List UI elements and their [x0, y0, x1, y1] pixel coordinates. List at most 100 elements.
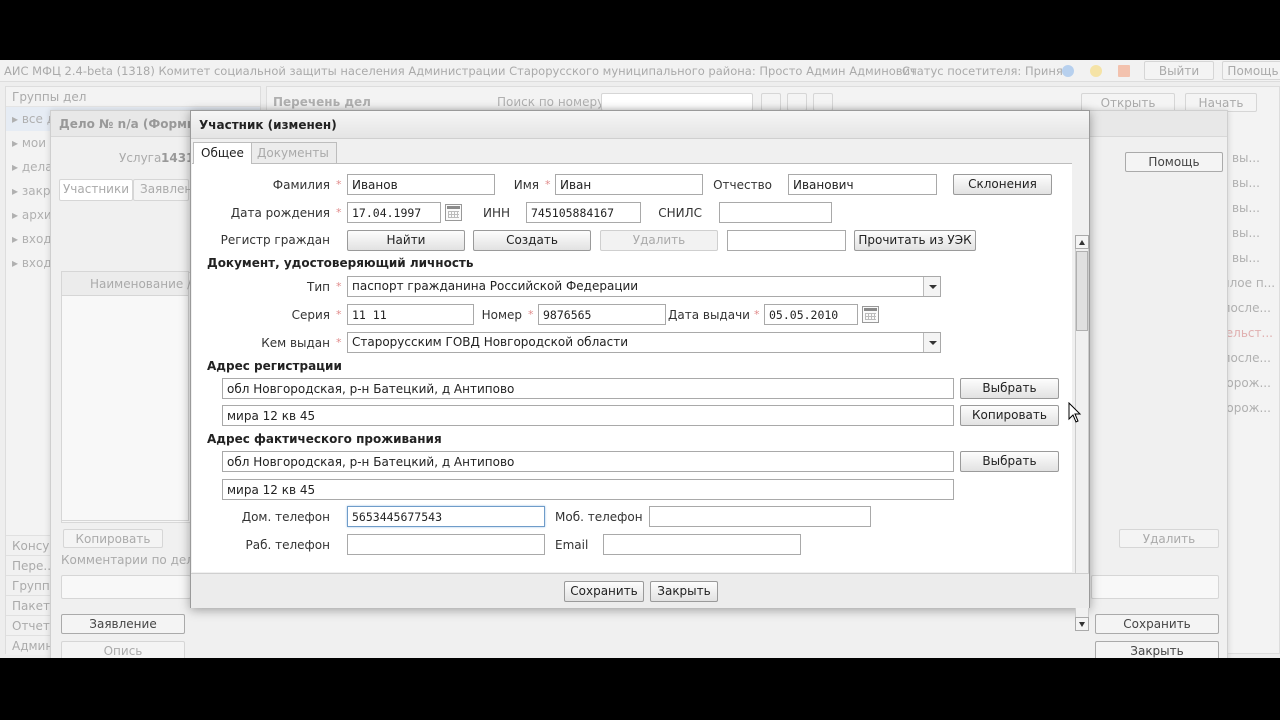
- snils-label: СНИЛС: [658, 206, 702, 220]
- delete-participant-button[interactable]: Удалить: [1119, 529, 1219, 548]
- registration-address-field[interactable]: [222, 378, 954, 399]
- participants-table-frame: Наименование / Ф...: [61, 271, 217, 521]
- read-uek-button[interactable]: Прочитать из УЭК: [854, 230, 976, 251]
- patronymic-field[interactable]: [788, 174, 937, 195]
- search-icon[interactable]: [761, 93, 781, 111]
- status-blue-icon[interactable]: [1062, 65, 1074, 77]
- registry-label: Регистр граждан: [220, 233, 330, 247]
- name-field[interactable]: [555, 174, 703, 195]
- home-phone-field[interactable]: [347, 506, 545, 527]
- application-screen: АИС МФЦ 2.4-beta (1318) Комитет социальн…: [0, 60, 1280, 658]
- filter-icon[interactable]: [813, 93, 833, 111]
- app-title-bar: АИС МФЦ 2.4-beta (1318) Комитет социальн…: [0, 60, 1280, 82]
- inventory-button[interactable]: Опись: [61, 641, 185, 658]
- exit-button[interactable]: Выйти: [1144, 61, 1214, 80]
- birth-date-field[interactable]: [347, 202, 441, 223]
- required-mark: *: [754, 308, 760, 321]
- comments-field-right[interactable]: [1091, 575, 1219, 599]
- tab-documents[interactable]: Документы: [249, 142, 337, 163]
- scroll-up-arrow-icon[interactable]: [1075, 235, 1089, 249]
- required-mark: *: [336, 280, 342, 293]
- registration-address-heading: Адрес регистрации: [207, 359, 342, 373]
- registry-field[interactable]: [727, 230, 846, 251]
- create-button[interactable]: Создать: [473, 230, 591, 251]
- surname-field[interactable]: [347, 174, 495, 195]
- case-groups-header: Группы дел: [6, 87, 260, 107]
- required-mark: *: [336, 308, 342, 321]
- tab-statement[interactable]: Заявлен...: [133, 179, 204, 201]
- case-save-button[interactable]: Сохранить: [1095, 614, 1219, 634]
- visitor-status: Статус посетителя: Принят: [902, 64, 1070, 78]
- actual-address-extra-field[interactable]: [222, 479, 954, 500]
- doc-type-label: Тип: [307, 280, 330, 294]
- required-mark: *: [336, 178, 342, 191]
- declension-button[interactable]: Склонения: [953, 174, 1052, 195]
- registration-address-extra-field[interactable]: [222, 405, 954, 426]
- issued-by-select[interactable]: Старорусским ГОВД Новгородской области: [347, 332, 941, 353]
- issue-date-label: Дата выдачи: [668, 308, 750, 322]
- delete-button[interactable]: Удалить: [600, 230, 718, 251]
- app-title: АИС МФЦ 2.4-beta (1318) Комитет социальн…: [4, 64, 917, 78]
- scroll-down-arrow-icon[interactable]: [1075, 617, 1089, 631]
- chevron-down-icon[interactable]: [923, 333, 940, 352]
- inn-field[interactable]: [526, 202, 641, 223]
- work-phone-field[interactable]: [347, 534, 545, 555]
- form-scrollbar-track[interactable]: [1075, 235, 1089, 631]
- chevron-down-icon[interactable]: [923, 277, 940, 296]
- service-label: Услуга: [119, 151, 162, 165]
- participants-column-header: Наименование / Ф...: [62, 272, 217, 296]
- status-yellow-icon[interactable]: [1090, 65, 1102, 77]
- dialog-footer: Сохранить Закрыть: [191, 573, 1089, 608]
- comments-field[interactable]: [61, 575, 191, 599]
- calendar-icon[interactable]: [862, 306, 879, 323]
- required-mark: *: [336, 336, 342, 349]
- general-form: Фамилия * Имя * Отчество Склонения Дата …: [192, 163, 1072, 572]
- issued-by-label: Кем выдан: [261, 336, 330, 350]
- number-label: Номер: [481, 308, 522, 322]
- help-top-button[interactable]: Помощь: [1222, 61, 1280, 80]
- calendar-icon[interactable]: [445, 204, 462, 221]
- actual-address-heading: Адрес фактического проживания: [207, 432, 442, 446]
- required-mark: *: [336, 206, 342, 219]
- dialog-save-button[interactable]: Сохранить: [564, 581, 644, 602]
- tab-general[interactable]: Общее: [193, 142, 252, 164]
- home-phone-label: Дом. телефон: [241, 510, 330, 524]
- issued-by-value: Старорусским ГОВД Новгородской области: [352, 335, 628, 349]
- email-label: Email: [555, 538, 589, 552]
- search-by-number-label: Поиск по номеру: [497, 95, 605, 109]
- mobile-phone-label: Моб. телефон: [555, 510, 643, 524]
- mobile-phone-field[interactable]: [649, 506, 871, 527]
- dialog-title: Участник (изменен): [191, 111, 1089, 139]
- series-field[interactable]: [347, 304, 474, 325]
- choose-registration-address-button[interactable]: Выбрать: [960, 378, 1059, 399]
- name-label: Имя: [513, 178, 539, 192]
- mouse-cursor-icon: [1068, 402, 1082, 423]
- case-help-button[interactable]: Помощь: [1125, 152, 1223, 172]
- issue-date-field[interactable]: [764, 304, 858, 325]
- email-field[interactable]: [603, 534, 801, 555]
- series-label: Серия: [291, 308, 330, 322]
- doc-type-value: паспорт гражданина Российской Федерации: [352, 279, 639, 293]
- scroll-thumb[interactable]: [1076, 251, 1088, 331]
- dialog-close-button[interactable]: Закрыть: [650, 581, 718, 602]
- surname-label: Фамилия: [272, 178, 330, 192]
- copy-address-button[interactable]: Копировать: [960, 405, 1059, 426]
- patronymic-label: Отчество: [713, 178, 772, 192]
- work-phone-label: Раб. телефон: [245, 538, 331, 552]
- find-button[interactable]: Найти: [347, 230, 465, 251]
- identity-document-heading: Документ, удостоверяющий личность: [207, 256, 474, 270]
- actual-address-field[interactable]: [222, 451, 954, 472]
- inn-label: ИНН: [482, 206, 510, 220]
- statement-button[interactable]: Заявление: [61, 614, 185, 634]
- scan-icon[interactable]: [787, 93, 807, 111]
- snils-field[interactable]: [719, 202, 832, 223]
- search-number-input[interactable]: [601, 93, 753, 111]
- case-close-button[interactable]: Закрыть: [1095, 641, 1219, 658]
- tab-participants[interactable]: Участники: [59, 179, 133, 201]
- status-red-icon[interactable]: [1118, 65, 1130, 77]
- number-field[interactable]: [538, 304, 666, 325]
- required-mark: *: [528, 308, 534, 321]
- copy-participant-button[interactable]: Копировать: [63, 529, 163, 548]
- choose-actual-address-button[interactable]: Выбрать: [960, 451, 1059, 472]
- doc-type-select[interactable]: паспорт гражданина Российской Федерации: [347, 276, 941, 297]
